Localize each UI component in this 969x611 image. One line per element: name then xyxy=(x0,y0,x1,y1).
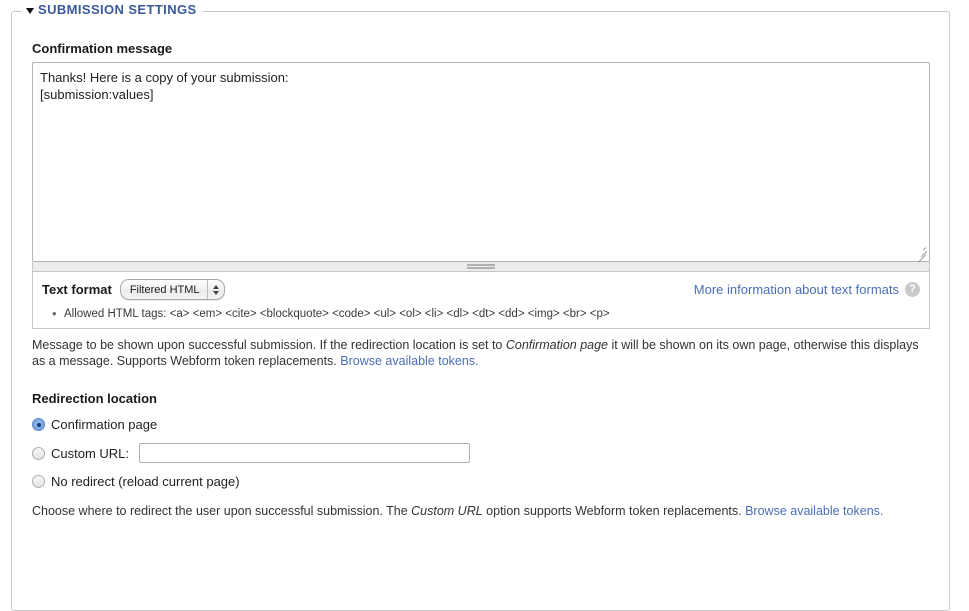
text-format-more-info: More information about text formats ? xyxy=(694,282,920,297)
redirection-location-description: Choose where to redirect the user upon s… xyxy=(32,503,927,519)
text-format-tips-list: Allowed HTML tags: <a> <em> <cite> <bloc… xyxy=(42,306,920,322)
radio-no-redirect[interactable] xyxy=(32,475,45,488)
more-information-link[interactable]: More information about text formats xyxy=(694,282,899,297)
text-format-select[interactable]: Filtered HTML xyxy=(119,279,225,300)
fieldset-content: Confirmation message Text format Filtere… xyxy=(12,12,949,519)
redirection-description-part1: Choose where to redirect the user upon s… xyxy=(32,504,412,518)
submission-settings-fieldset: SUBMISSION SETTINGS Confirmation message… xyxy=(11,2,950,611)
drag-handle-lines xyxy=(467,263,495,270)
text-format-selected-value: Filtered HTML xyxy=(129,283,200,296)
radio-confirmation-page[interactable] xyxy=(32,418,45,431)
radio-label-no-redirect[interactable]: No redirect (reload current page) xyxy=(51,474,240,489)
confirmation-message-label: Confirmation message xyxy=(32,41,173,56)
question-mark-help-icon[interactable]: ? xyxy=(905,282,920,297)
browse-available-tokens-link-redirection[interactable]: Browse available tokens. xyxy=(745,504,883,518)
radio-label-confirmation-page[interactable]: Confirmation page xyxy=(51,417,157,432)
up-down-arrows-icon[interactable] xyxy=(206,280,224,299)
description-emphasis-confirmation-page: Confirmation page xyxy=(505,338,609,352)
redirection-emphasis-custom-url: Custom URL xyxy=(411,504,483,518)
radio-label-custom-url[interactable]: Custom URL: xyxy=(51,446,129,461)
text-format-wrapper: Text format Filtered HTML More informati… xyxy=(32,272,930,329)
redirection-location-label: Redirection location xyxy=(32,391,157,406)
confirmation-message-description: Message to be shown upon successful subm… xyxy=(32,337,927,369)
confirmation-message-textarea[interactable] xyxy=(32,62,930,262)
custom-url-input[interactable] xyxy=(139,443,471,463)
browse-available-tokens-link-message[interactable]: Browse available tokens. xyxy=(340,354,478,368)
confirmation-message-textarea-wrap xyxy=(32,62,930,263)
radio-row-custom-url[interactable]: Custom URL: xyxy=(32,443,930,463)
text-format-left: Text format Filtered HTML xyxy=(42,279,225,300)
drag-handle-icon[interactable] xyxy=(32,262,930,272)
radio-custom-url[interactable] xyxy=(32,446,45,460)
radio-row-no-redirect[interactable]: No redirect (reload current page) xyxy=(32,474,930,489)
description-text-part1: Message to be shown upon successful subm… xyxy=(32,338,506,352)
radio-row-confirmation-page[interactable]: Confirmation page xyxy=(32,417,930,432)
text-format-row: Text format Filtered HTML More informati… xyxy=(42,279,920,300)
redirection-description-part2: option supports Webform token replacemen… xyxy=(482,504,746,518)
text-format-label: Text format xyxy=(42,282,112,297)
allowed-html-tags-tip: Allowed HTML tags: <a> <em> <cite> <bloc… xyxy=(52,306,920,322)
